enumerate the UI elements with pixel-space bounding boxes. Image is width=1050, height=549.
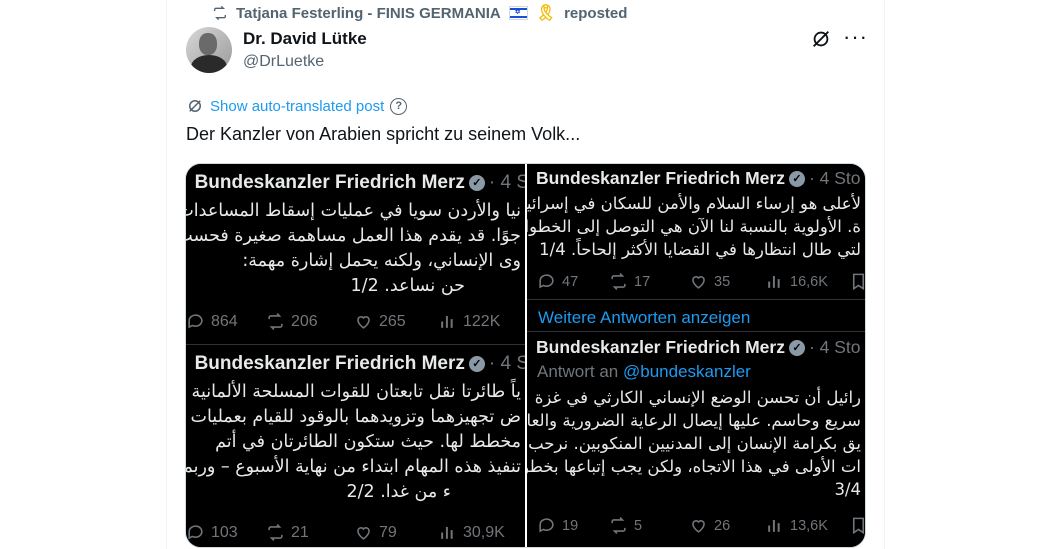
- embedded-author: Bundeskanzler Friedrich Merz ✓ · 4 S: [194, 172, 525, 193]
- views-action: 16,6K: [765, 272, 849, 291]
- arabic-line: حن نساعد. 1/2: [350, 276, 465, 296]
- repost-action: 17: [609, 272, 689, 291]
- arabic-line: ء من غدا. 2/2: [346, 482, 451, 502]
- author-name[interactable]: Dr. David Lütke: [243, 29, 367, 49]
- arabic-line: ياً طائرتا نقل تابعتان للقوات المسلحة ال…: [186, 382, 521, 402]
- avatar[interactable]: [186, 27, 232, 73]
- arabic-line: وى الإنساني، ولكنه يحمل إشارة مهمة:: [242, 251, 521, 271]
- arabic-line: ة. الأولوية بالنسبة لنا الآن هي التوصل إ…: [527, 217, 861, 236]
- reply-action: 19: [537, 516, 609, 535]
- israel-flag-icon: ✡: [508, 6, 528, 20]
- arabic-line: تنفيذ هذه المهام ابتداء من نهاية الأسبوع…: [186, 457, 521, 477]
- screenshot-pane-right: Bundeskanzler Friedrich Merz ✓ · 4 Sto لأع…: [527, 164, 865, 547]
- grok-icon[interactable]: [810, 28, 832, 50]
- reply-action: 864: [186, 312, 266, 331]
- action-bar: 103 21 79 30,9K: [186, 523, 505, 542]
- reply-icon: [539, 518, 554, 533]
- repost-icon: [611, 273, 626, 290]
- repost-header: Tatjana Festerling - FINIS GERMANIA ✡ 🎗 …: [212, 2, 627, 24]
- verified-icon: ✓: [788, 171, 805, 187]
- like-action: 79: [354, 523, 438, 542]
- repost-label: reposted: [564, 4, 628, 22]
- arabic-line: جوًا. قد يقدم هذا العمل مساهمة صغيرة فحس…: [186, 226, 521, 246]
- reply-icon: [188, 314, 203, 329]
- arabic-line: سريع وحاسم. عليها إيصال الرعاية الضرورية…: [527, 411, 861, 430]
- arabic-line: رائيل أن تحسن الوضع الإنساني الكارثي في …: [534, 388, 861, 407]
- arabic-line: ات الأولى في هذا الاتجاه، ولكن يجب إتباع…: [527, 457, 861, 476]
- reply-icon: [188, 525, 203, 540]
- views-icon: [768, 519, 780, 532]
- arabic-line: نيا والأردن سويا في عمليات إسقاط المساعد…: [186, 201, 521, 221]
- help-icon[interactable]: ?: [390, 97, 408, 115]
- embedded-author: Bundeskanzler Friedrich Merz ✓ · 4 Sto: [536, 168, 861, 188]
- author-handle[interactable]: @DrLuetke: [243, 53, 324, 71]
- reply-icon: [539, 274, 554, 289]
- like-action: 265: [354, 312, 438, 331]
- views-icon: [441, 315, 453, 328]
- divider: [527, 331, 865, 332]
- heart-icon: [357, 316, 370, 329]
- repost-user-link[interactable]: Tatjana Festerling - FINIS GERMANIA: [236, 5, 501, 22]
- translate-icon: [189, 100, 201, 112]
- action-bar: 19 5 26 13,6K: [537, 516, 865, 535]
- show-more-replies-link: Weitere Antworten anzeigen: [538, 308, 751, 327]
- post-text: Der Kanzler von Arabien spricht zu seine…: [186, 124, 581, 144]
- heart-icon: [357, 527, 370, 540]
- heart-icon: [692, 276, 705, 289]
- bookmark-action: [849, 516, 865, 535]
- repost-action: 5: [609, 516, 689, 535]
- action-bar: 864 206 265 122K: [186, 312, 500, 331]
- reply-action: 103: [186, 523, 266, 542]
- verified-icon: ✓: [788, 340, 805, 356]
- verified-icon: ✓: [468, 356, 485, 372]
- reply-to-line: Antwort an @bundeskanzler: [537, 362, 751, 381]
- views-action: 30,9K: [438, 523, 505, 542]
- arabic-line: مخطط لها. حيث ستكون الطائرتان في أتم: [215, 432, 521, 452]
- bookmark-icon: [852, 517, 865, 535]
- embedded-author: Bundeskanzler Friedrich Merz ✓ · 4 Sto: [536, 337, 861, 357]
- more-options-icon[interactable]: ···: [843, 26, 868, 48]
- arabic-line: يق بكرامة الإنسان إلى المدنيين المنكوبين…: [528, 434, 861, 453]
- views-action: 13,6K: [765, 516, 849, 535]
- repost-action: 206: [266, 312, 354, 331]
- repost-icon: [611, 517, 626, 534]
- views-action: 122K: [438, 312, 500, 331]
- arabic-line: ض تجهيزهما وتزويدهما بالوقود للقيام بعمل…: [190, 407, 522, 427]
- reply-action: 47: [537, 272, 609, 291]
- divider: [527, 299, 865, 300]
- repost-icon: [214, 5, 226, 21]
- translate-link[interactable]: Show auto-translated post ?: [186, 96, 408, 116]
- action-bar: 47 17 35 16,6K: [537, 272, 865, 291]
- post-media-image[interactable]: Bundeskanzler Friedrich Merz ✓ · 4 S نيا و…: [185, 163, 866, 548]
- timeline-border-right: [884, 0, 885, 549]
- yellow-ribbon-icon: 🎗: [535, 5, 557, 22]
- translate-label[interactable]: Show auto-translated post: [210, 98, 384, 115]
- like-action: 35: [689, 272, 765, 291]
- like-action: 26: [689, 516, 765, 535]
- screenshot-pane-top-left: Bundeskanzler Friedrich Merz ✓ · 4 S نيا و…: [186, 164, 525, 344]
- repost-icon: [268, 313, 283, 330]
- views-icon: [768, 275, 780, 288]
- repost-action: 21: [266, 523, 354, 542]
- embedded-author: Bundeskanzler Friedrich Merz ✓ · 4 S: [194, 353, 525, 374]
- verified-icon: ✓: [468, 175, 485, 191]
- bookmark-action: [849, 272, 865, 291]
- heart-icon: [692, 520, 705, 533]
- bookmark-icon: [852, 273, 865, 291]
- repost-icon: [268, 524, 283, 541]
- arabic-line: لتي طال انتظارها في القضايا الأكثر إلحاح…: [539, 240, 861, 259]
- screenshot-pane-bottom-left: Bundeskanzler Friedrich Merz ✓ · 4 S ياً ط…: [186, 344, 525, 547]
- views-icon: [441, 526, 453, 539]
- arabic-line: 3/4: [834, 480, 861, 499]
- timeline-border-left: [166, 0, 167, 549]
- arabic-line: لأعلى هو إرساء السلام والأمن للسكان في إ…: [527, 194, 861, 213]
